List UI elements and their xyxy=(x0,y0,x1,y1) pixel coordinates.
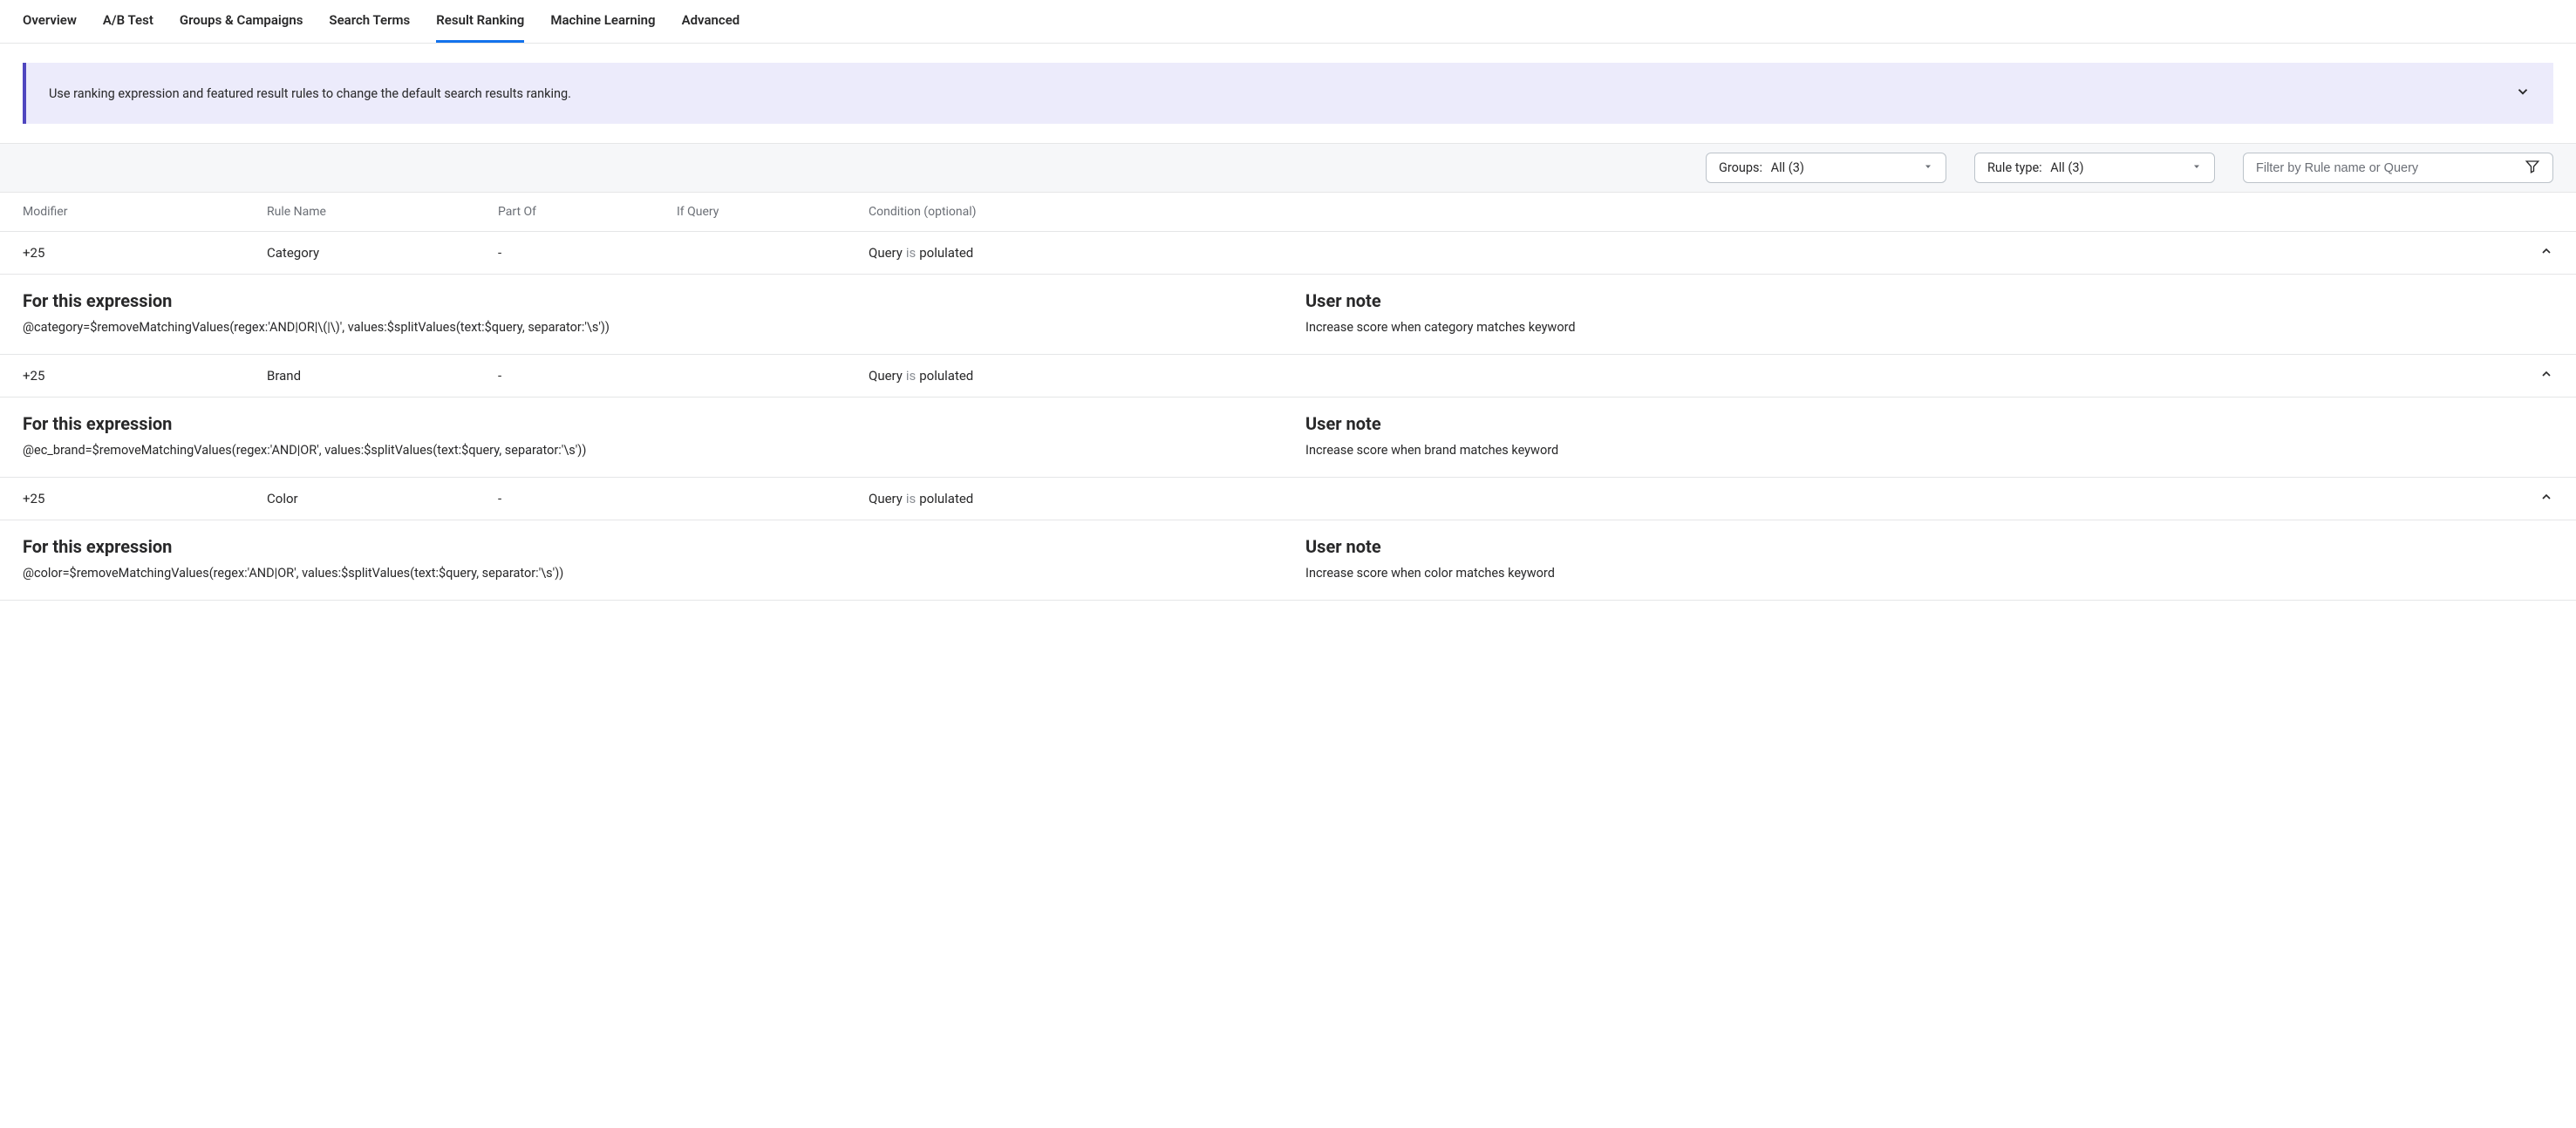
col-modifier: Modifier xyxy=(23,205,267,219)
col-if-query: If Query xyxy=(677,205,869,219)
filter-input[interactable] xyxy=(2256,161,2525,175)
user-note-heading: User note xyxy=(1305,290,2553,311)
caret-down-icon xyxy=(2191,160,2202,175)
expression-text: @color=$removeMatchingValues(regex:'AND|… xyxy=(23,566,1271,581)
tab-ab-test[interactable]: A/B Test xyxy=(103,0,153,43)
groups-select[interactable]: Groups: All (3) xyxy=(1706,153,1946,183)
table-row[interactable]: +25 Category - Queryispolulated xyxy=(0,232,2576,275)
expanded-detail: For this expression @category=$removeMat… xyxy=(0,275,2576,355)
cell-condition: Queryispolulated xyxy=(869,245,2518,261)
col-part-of: Part Of xyxy=(498,205,677,219)
cell-rule-name: Color xyxy=(267,491,498,506)
info-banner-text: Use ranking expression and featured resu… xyxy=(49,86,571,101)
filter-icon[interactable] xyxy=(2525,159,2540,178)
chevron-up-icon[interactable] xyxy=(2539,367,2553,384)
chevron-up-icon[interactable] xyxy=(2539,490,2553,507)
cell-modifier: +25 xyxy=(23,491,267,506)
tab-bar: Overview A/B Test Groups & Campaigns Sea… xyxy=(0,0,2576,44)
groups-select-label: Groups: xyxy=(1719,160,1762,175)
expanded-detail: For this expression @color=$removeMatchi… xyxy=(0,520,2576,601)
user-note-text: Increase score when brand matches keywor… xyxy=(1305,443,2553,458)
rule-type-select[interactable]: Rule type: All (3) xyxy=(1974,153,2215,183)
tab-groups-campaigns[interactable]: Groups & Campaigns xyxy=(180,0,303,43)
rule-type-select-label: Rule type: xyxy=(1987,160,2042,175)
col-condition: Condition (optional) xyxy=(869,205,2518,219)
table-row[interactable]: +25 Brand - Queryispolulated xyxy=(0,355,2576,398)
caret-down-icon xyxy=(1923,160,1933,175)
cell-condition: Queryispolulated xyxy=(869,491,2518,506)
filter-input-container xyxy=(2243,153,2553,183)
expanded-detail: For this expression @ec_brand=$removeMat… xyxy=(0,398,2576,478)
expression-text: @category=$removeMatchingValues(regex:'A… xyxy=(23,320,1271,335)
expression-heading: For this expression xyxy=(23,290,1271,311)
expression-text: @ec_brand=$removeMatchingValues(regex:'A… xyxy=(23,443,1271,458)
cell-rule-name: Category xyxy=(267,245,498,261)
tab-search-terms[interactable]: Search Terms xyxy=(329,0,410,43)
chevron-up-icon[interactable] xyxy=(2539,244,2553,262)
cell-part-of: - xyxy=(498,491,677,506)
table-row[interactable]: +25 Color - Queryispolulated xyxy=(0,478,2576,520)
user-note-text: Increase score when color matches keywor… xyxy=(1305,566,2553,581)
table-header: Modifier Rule Name Part Of If Query Cond… xyxy=(0,193,2576,232)
cell-modifier: +25 xyxy=(23,368,267,384)
info-banner: Use ranking expression and featured resu… xyxy=(23,63,2553,124)
user-note-text: Increase score when category matches key… xyxy=(1305,320,2553,335)
chevron-down-icon[interactable] xyxy=(2515,84,2531,103)
col-rule-name: Rule Name xyxy=(267,205,498,219)
filter-bar: Groups: All (3) Rule type: All (3) xyxy=(0,143,2576,193)
user-note-heading: User note xyxy=(1305,413,2553,434)
tab-advanced[interactable]: Advanced xyxy=(682,0,740,43)
tab-result-ranking[interactable]: Result Ranking xyxy=(436,0,524,43)
cell-rule-name: Brand xyxy=(267,368,498,384)
info-banner-container: Use ranking expression and featured resu… xyxy=(0,44,2576,143)
cell-condition: Queryispolulated xyxy=(869,368,2518,384)
cell-part-of: - xyxy=(498,245,677,261)
cell-modifier: +25 xyxy=(23,245,267,261)
rule-type-select-value: All (3) xyxy=(2050,160,2083,175)
expression-heading: For this expression xyxy=(23,536,1271,557)
groups-select-value: All (3) xyxy=(1771,160,1804,175)
user-note-heading: User note xyxy=(1305,536,2553,557)
tab-overview[interactable]: Overview xyxy=(23,0,77,43)
expression-heading: For this expression xyxy=(23,413,1271,434)
tab-machine-learning[interactable]: Machine Learning xyxy=(550,0,655,43)
cell-part-of: - xyxy=(498,368,677,384)
